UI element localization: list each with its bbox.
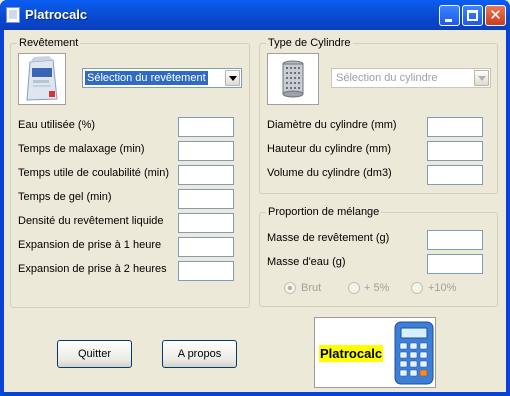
input-temps-malaxage[interactable] [178, 141, 234, 161]
client-area: Revêtement Sélection du revêtement Eau u… [4, 30, 506, 392]
label-masse-eau: Masse d'eau (g) [267, 256, 346, 268]
cylindre-legend: Type de Cylindre [266, 37, 353, 50]
about-button[interactable]: A propos [162, 340, 237, 368]
label-masse-revetement: Masse de revêtement (g) [267, 232, 390, 244]
input-diametre[interactable] [427, 117, 483, 137]
maximize-button[interactable] [462, 5, 483, 26]
radio-plus-5[interactable] [348, 282, 360, 294]
revetement-bag-image [18, 53, 66, 105]
dropdown-arrow-icon[interactable] [225, 70, 240, 86]
input-temps-coulabilite[interactable] [178, 165, 234, 185]
input-volume[interactable] [427, 165, 483, 185]
label-hauteur: Hauteur du cylindre (mm) [267, 143, 392, 155]
powder-bag-icon [26, 56, 58, 101]
close-icon: ✕ [489, 6, 502, 24]
revetement-legend: Revêtement [17, 37, 81, 50]
label-densite: Densité du revêtement liquide [18, 215, 164, 227]
input-expansion-2h[interactable] [178, 261, 234, 281]
cylindre-select[interactable]: Sélection du cylindre [331, 68, 491, 88]
title-bar[interactable]: Platrocalc ✕ [0, 0, 510, 30]
input-temps-gel[interactable] [178, 189, 234, 209]
logo-text: Platrocalc [319, 345, 384, 362]
label-expansion-2h: Expansion de prise à 2 heures [18, 263, 167, 275]
minimize-icon [445, 19, 452, 22]
input-expansion-1h[interactable] [178, 237, 234, 257]
app-icon[interactable] [6, 7, 20, 23]
label-temps-coulabilite: Temps utile de coulabilité (min) [18, 167, 170, 179]
minimize-button[interactable] [439, 5, 460, 26]
label-expansion-1h: Expansion de prise à 1 heure [18, 239, 162, 251]
input-densite[interactable] [178, 213, 234, 233]
input-masse-eau[interactable] [427, 254, 483, 274]
label-temps-gel: Temps de gel (min) [18, 191, 112, 203]
melange-legend: Proportion de mélange [266, 206, 382, 219]
radio-brut-label: Brut [301, 282, 322, 294]
dropdown-arrow-icon[interactable] [474, 70, 489, 86]
close-button[interactable]: ✕ [485, 5, 506, 26]
melange-group: Proportion de mélange Masse de revêtemen… [259, 206, 498, 307]
application-window: Platrocalc ✕ Revêtement Sélection du rev… [0, 0, 510, 396]
cylindre-group: Type de Cylindre Sélection du cylindre D… [259, 37, 498, 194]
quit-button[interactable]: Quitter [57, 340, 132, 368]
input-hauteur[interactable] [427, 141, 483, 161]
label-diametre: Diamètre du cylindre (mm) [267, 119, 397, 131]
input-masse-revetement[interactable] [427, 230, 483, 250]
maximize-icon [467, 10, 478, 21]
cylinder-icon [282, 60, 304, 98]
cylindre-select-value: Sélection du cylindre [336, 72, 438, 84]
revetement-group: Revêtement Sélection du revêtement Eau u… [10, 37, 250, 308]
radio-plus-10[interactable] [411, 282, 423, 294]
window-title: Platrocalc [25, 7, 88, 22]
label-eau-utilisee: Eau utilisée (%) [18, 119, 96, 131]
platrocalc-logo: Platrocalc [314, 317, 436, 388]
radio-plus-5-label: + 5% [364, 282, 390, 294]
input-eau-utilisee[interactable] [178, 117, 234, 137]
radio-brut[interactable] [284, 282, 296, 294]
label-temps-malaxage: Temps de malaxage (min) [18, 143, 145, 155]
revetement-select-value: Sélection du revêtement [85, 71, 208, 85]
cylinder-image [267, 53, 319, 105]
label-volume: Volume du cylindre (dm3) [267, 167, 392, 179]
revetement-select[interactable]: Sélection du revêtement [82, 68, 242, 88]
calculator-icon [394, 321, 434, 385]
radio-plus-10-label: +10% [428, 282, 457, 294]
